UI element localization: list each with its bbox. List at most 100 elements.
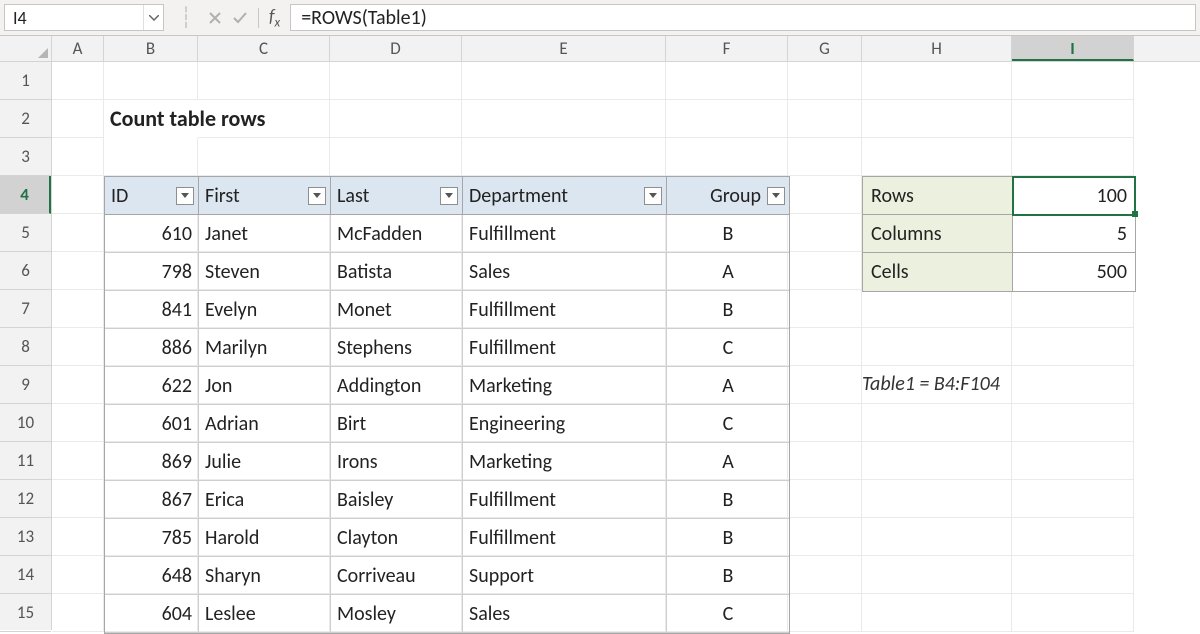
cell[interactable]: [198, 62, 330, 100]
cell[interactable]: [666, 100, 788, 138]
cell[interactable]: [862, 518, 1012, 556]
cell[interactable]: [52, 290, 104, 328]
cell[interactable]: [862, 480, 1012, 518]
cell[interactable]: [52, 480, 104, 518]
col-header-E[interactable]: E: [462, 36, 666, 61]
filter-dropdown-icon[interactable]: [176, 187, 194, 205]
cell[interactable]: [52, 100, 104, 138]
cell-group[interactable]: B: [667, 215, 789, 253]
filter-dropdown-icon[interactable]: [308, 187, 326, 205]
name-box-dropdown[interactable]: [143, 5, 163, 30]
cell-id[interactable]: 622: [105, 367, 199, 405]
cell-id[interactable]: 604: [105, 595, 199, 633]
row-header-14[interactable]: 14: [0, 556, 51, 594]
cell[interactable]: [788, 366, 862, 404]
cell[interactable]: [788, 556, 862, 594]
cell-group[interactable]: B: [667, 291, 789, 329]
cell[interactable]: [862, 328, 1012, 366]
cell[interactable]: [862, 290, 1012, 328]
cell[interactable]: [52, 404, 104, 442]
cell[interactable]: [1012, 100, 1134, 138]
cell-group[interactable]: A: [667, 253, 789, 291]
cell-id[interactable]: 841: [105, 291, 199, 329]
col-header-G[interactable]: G: [788, 36, 862, 61]
cell[interactable]: [788, 100, 862, 138]
cell[interactable]: [52, 62, 104, 100]
cell-first[interactable]: Marilyn: [199, 329, 331, 367]
row-header-3[interactable]: 3: [0, 138, 51, 176]
row-header-13[interactable]: 13: [0, 518, 51, 556]
cell[interactable]: [788, 290, 862, 328]
cell[interactable]: [330, 62, 462, 100]
formula-input[interactable]: =ROWS(Table1): [290, 4, 1196, 31]
cell[interactable]: [788, 214, 862, 252]
row-header-7[interactable]: 7: [0, 290, 51, 328]
cell[interactable]: [862, 100, 1012, 138]
stats-value-cells[interactable]: 500: [1013, 253, 1135, 291]
cell[interactable]: [462, 100, 666, 138]
table-header-id[interactable]: ID: [105, 177, 199, 215]
name-box[interactable]: I4: [4, 4, 164, 31]
cell[interactable]: [788, 594, 862, 632]
col-header-A[interactable]: A: [52, 36, 104, 61]
table-header-last[interactable]: Last: [331, 177, 463, 215]
cancel-formula-icon[interactable]: [208, 11, 222, 25]
cell-first[interactable]: Erica: [199, 481, 331, 519]
cell[interactable]: [462, 62, 666, 100]
filter-dropdown-icon[interactable]: [440, 187, 458, 205]
table-header-first[interactable]: First: [199, 177, 331, 215]
cell[interactable]: [1012, 62, 1134, 100]
cell-group[interactable]: C: [667, 595, 789, 633]
cell-group[interactable]: B: [667, 481, 789, 519]
cell[interactable]: [52, 252, 104, 290]
stats-value-rows[interactable]: 100: [1013, 177, 1135, 215]
row-header-10[interactable]: 10: [0, 404, 51, 442]
cell-id[interactable]: 610: [105, 215, 199, 253]
cell[interactable]: [788, 404, 862, 442]
cell[interactable]: [862, 62, 1012, 100]
cell[interactable]: [52, 138, 104, 176]
stats-value-columns[interactable]: 5: [1013, 215, 1135, 253]
cell-last[interactable]: Birt: [331, 405, 463, 443]
fx-icon[interactable]: fx: [269, 5, 280, 31]
cell-first[interactable]: Jon: [199, 367, 331, 405]
col-header-B[interactable]: B: [104, 36, 198, 61]
col-header-I[interactable]: I: [1012, 36, 1134, 61]
col-header-H[interactable]: H: [862, 36, 1012, 61]
filter-dropdown-icon[interactable]: [767, 187, 785, 205]
stats-label[interactable]: Cells: [863, 253, 1013, 291]
cell-department[interactable]: Marketing: [463, 367, 667, 405]
cell-first[interactable]: Sharyn: [199, 557, 331, 595]
row-header-6[interactable]: 6: [0, 252, 51, 290]
row-header-9[interactable]: 9: [0, 366, 51, 404]
cell-last[interactable]: Stephens: [331, 329, 463, 367]
cell-group[interactable]: B: [667, 519, 789, 557]
cell-first[interactable]: Harold: [199, 519, 331, 557]
cell[interactable]: [330, 100, 462, 138]
cell[interactable]: [1012, 138, 1134, 176]
cell-first[interactable]: Steven: [199, 253, 331, 291]
row-header-4[interactable]: 4: [0, 176, 51, 214]
cell[interactable]: [198, 138, 330, 176]
cell-id[interactable]: 648: [105, 557, 199, 595]
cell[interactable]: [788, 480, 862, 518]
cell-group[interactable]: A: [667, 367, 789, 405]
filter-dropdown-icon[interactable]: [644, 187, 662, 205]
cell-last[interactable]: Baisley: [331, 481, 463, 519]
row-header-1[interactable]: 1: [0, 62, 51, 100]
row-header-11[interactable]: 11: [0, 442, 51, 480]
cell-id[interactable]: 869: [105, 443, 199, 481]
cell-last[interactable]: Corriveau: [331, 557, 463, 595]
cell[interactable]: [1012, 594, 1134, 632]
cell[interactable]: [104, 62, 198, 100]
cell[interactable]: [1012, 366, 1134, 404]
cell-id[interactable]: 867: [105, 481, 199, 519]
cell-department[interactable]: Engineering: [463, 405, 667, 443]
row-header-5[interactable]: 5: [0, 214, 51, 252]
cell[interactable]: [52, 176, 104, 214]
cell-first[interactable]: Adrian: [199, 405, 331, 443]
cell-last[interactable]: Irons: [331, 443, 463, 481]
cell-department[interactable]: Marketing: [463, 443, 667, 481]
cell[interactable]: [788, 518, 862, 556]
cell[interactable]: [788, 252, 862, 290]
